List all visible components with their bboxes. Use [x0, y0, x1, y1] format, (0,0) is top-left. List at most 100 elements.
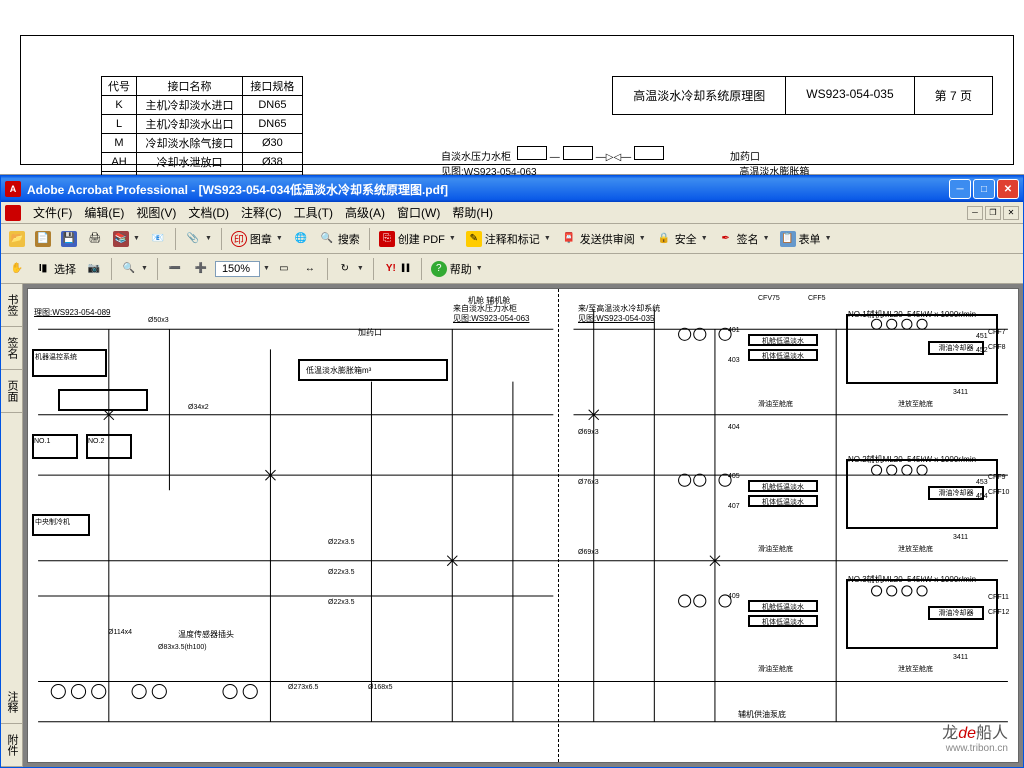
fit-width-button[interactable]: ↔	[298, 257, 322, 281]
rotate-button[interactable]: ↻▼	[333, 257, 368, 281]
document-area: 书签 签名 页面 注释 附件 理图:WS923-054-089 机舱 辅机舱 来…	[1, 284, 1023, 767]
valve-label: CFV75	[758, 295, 780, 302]
dim-label: Ø50x3	[148, 317, 169, 324]
attach-button[interactable]: 📎▼	[181, 227, 216, 251]
mdi-restore[interactable]: ❐	[985, 206, 1001, 220]
toolbar-separator	[221, 228, 222, 250]
bookmarks-tab[interactable]: 书签	[1, 284, 22, 327]
valve-label: CFF8	[988, 344, 1006, 351]
zoom-in-button[interactable]: ➕	[189, 257, 213, 281]
port-number: 409	[728, 593, 740, 600]
send-review-button[interactable]: 📮发送供审阅▼	[557, 227, 650, 251]
create-pdf-button[interactable]: ⎘创建 PDF▼	[375, 227, 460, 251]
port-number: 407	[728, 503, 740, 510]
menu-view[interactable]: 视图(V)	[130, 202, 182, 223]
menu-document[interactable]: 文档(D)	[182, 202, 235, 223]
valve-label: CFF5	[808, 295, 826, 302]
dim-label: Ø273x6.5	[288, 684, 318, 691]
window-controls: ─ □ ✕	[949, 179, 1019, 199]
dim-label: Ø168x5	[368, 684, 393, 691]
piping-network	[28, 289, 1018, 762]
dim-label: Ø69x3	[578, 549, 599, 556]
zoom-in-tool[interactable]: 🔍▼	[117, 257, 152, 281]
port-number: 401	[728, 327, 740, 334]
titlebar[interactable]: A Adobe Acrobat Professional - [WS923-05…	[1, 176, 1023, 202]
minimize-button[interactable]: ─	[949, 179, 971, 199]
sign-button[interactable]: ✒签名▼	[714, 227, 774, 251]
dim-label: Ø83x3.5(th100)	[158, 644, 207, 651]
zoom-out-button[interactable]: ➖	[163, 257, 187, 281]
document-icon	[5, 205, 21, 221]
port-number: 451	[976, 333, 988, 340]
comments-tab[interactable]: 注释	[1, 681, 22, 724]
maximize-button[interactable]: □	[973, 179, 995, 199]
stamp-button[interactable]: 印图章▼	[227, 227, 287, 251]
hand-tool[interactable]: ✋	[5, 257, 29, 281]
fit-page-button[interactable]: ▭	[272, 257, 296, 281]
valve-label: CFF12	[988, 609, 1009, 616]
security-button[interactable]: 🔒安全▼	[652, 227, 712, 251]
navigation-pane-tabs: 书签 签名 页面 注释 附件	[1, 284, 23, 767]
dim-label: Ø22x3.5	[328, 599, 354, 606]
search-button[interactable]: 🔍搜索	[315, 227, 364, 251]
port-number: 453	[976, 479, 988, 486]
view-toolbar: ✋ I▮选择 📷 🔍▼ ➖ ➕ 150% ▼ ▭ ↔ ↻▼ Y!▌▌ ?帮助▼	[1, 254, 1023, 284]
zoom-dropdown[interactable]: ▼	[263, 265, 270, 272]
help-button[interactable]: ?帮助▼	[427, 257, 487, 281]
yahoo-button[interactable]: Y!▌▌	[379, 257, 416, 281]
port-number: 3411	[953, 389, 968, 396]
valve-label: CFF9	[988, 474, 1006, 481]
schematic-diagram: 理图:WS923-054-089 机舱 辅机舱 来自淡水压力水柜 见图:WS92…	[28, 289, 1018, 762]
menu-tools[interactable]: 工具(T)	[288, 202, 339, 223]
open-button[interactable]: 📂	[5, 227, 29, 251]
menu-file[interactable]: 文件(F)	[27, 202, 78, 223]
menu-help[interactable]: 帮助(H)	[446, 202, 499, 223]
port-number: 404	[728, 424, 740, 431]
mdi-minimize[interactable]: ─	[967, 206, 983, 220]
dim-label: Ø34x2	[188, 404, 209, 411]
valve-label: CFF10	[988, 489, 1009, 496]
menu-comments[interactable]: 注释(C)	[235, 202, 288, 223]
zoom-level-input[interactable]: 150%	[215, 261, 260, 277]
pdf-page: 理图:WS923-054-089 机舱 辅机舱 来自淡水压力水柜 见图:WS92…	[27, 288, 1019, 763]
site-watermark: 龙de船人 www.tribon.cn	[942, 719, 1008, 754]
port-number: 403	[728, 357, 740, 364]
dim-label: Ø76x3	[578, 479, 599, 486]
port-number: 405	[728, 473, 740, 480]
toolbar-separator	[327, 258, 328, 280]
web-button[interactable]: 🌐	[289, 227, 313, 251]
toolbar-separator	[175, 228, 176, 250]
signatures-tab[interactable]: 签名	[1, 327, 22, 370]
background-doc-frame: 代号接口名称接口规格 K主机冷却淡水进口DN65 L主机冷却淡水出口DN65 M…	[20, 35, 1014, 165]
toolbar-separator	[111, 258, 112, 280]
valve-label: CFF11	[988, 594, 1009, 601]
document-viewport[interactable]: 理图:WS923-054-089 机舱 辅机舱 来自淡水压力水柜 见图:WS92…	[23, 284, 1023, 767]
attachments-tab[interactable]: 附件	[1, 724, 22, 767]
save-button[interactable]: 💾	[57, 227, 81, 251]
print-button[interactable]: 🖨	[83, 227, 107, 251]
email-button[interactable]: 📧	[146, 227, 170, 251]
menu-window[interactable]: 窗口(W)	[391, 202, 446, 223]
mdi-close[interactable]: ✕	[1003, 206, 1019, 220]
organizer-button[interactable]: 📚▼	[109, 227, 144, 251]
background-document: 代号接口名称接口规格 K主机冷却淡水进口DN65 L主机冷却淡水出口DN65 M…	[0, 0, 1024, 175]
dim-label: Ø114x4	[108, 629, 132, 636]
port-number: 452	[976, 347, 988, 354]
menu-edit[interactable]: 编辑(E)	[78, 202, 130, 223]
forms-button[interactable]: 📋表单▼	[776, 227, 836, 251]
bg-schematic-fragment: 自淡水压力水柜 ——▷◁— 加药口 见图:WS923-054-063 高温淡水膨…	[441, 146, 809, 178]
annotate-button[interactable]: ✎注释和标记▼	[462, 227, 555, 251]
close-button[interactable]: ✕	[997, 179, 1019, 199]
main-toolbar: 📂 📄 💾 🖨 📚▼ 📧 📎▼ 印图章▼ 🌐 🔍搜索 ⎘创建 PDF▼ ✎注释和…	[1, 224, 1023, 254]
new-button[interactable]: 📄	[31, 227, 55, 251]
menu-advanced[interactable]: 高级(A)	[339, 202, 391, 223]
toolbar-separator	[369, 228, 370, 250]
menubar: 文件(F) 编辑(E) 视图(V) 文档(D) 注释(C) 工具(T) 高级(A…	[1, 202, 1023, 224]
select-tool[interactable]: I▮选择	[31, 257, 80, 281]
port-number: 3411	[953, 654, 968, 661]
snapshot-tool[interactable]: 📷	[82, 257, 106, 281]
pages-tab[interactable]: 页面	[1, 370, 22, 413]
acrobat-app-icon: A	[5, 181, 21, 197]
toolbar-separator	[157, 258, 158, 280]
toolbar-separator	[373, 258, 374, 280]
